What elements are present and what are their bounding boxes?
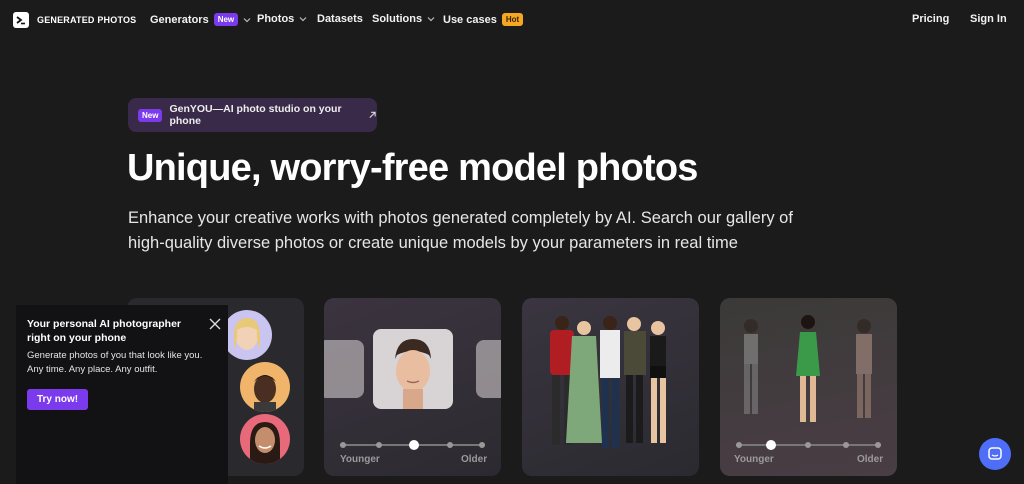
genyou-promo-pill[interactable]: New GenYOU—AI photo studio on your phone <box>128 98 377 132</box>
logo[interactable]: GENERATED PHOTOS <box>13 12 136 28</box>
slider-tick <box>376 442 382 448</box>
popup-title: Your personal AI photographer right on y… <box>27 318 182 344</box>
nav-photos[interactable]: Photos <box>257 13 307 25</box>
slider-tick <box>805 442 811 448</box>
slider-tick <box>843 442 849 448</box>
full-body-models-card[interactable] <box>522 298 699 476</box>
chat-icon <box>988 447 1002 460</box>
body-slider[interactable] <box>736 440 881 450</box>
pricing-link[interactable]: Pricing <box>912 13 949 25</box>
face-thumbnail-main <box>373 329 453 409</box>
nav-use-cases[interactable]: Use cases Hot <box>443 13 524 26</box>
nav-generators[interactable]: Generators New <box>150 13 251 26</box>
new-badge: New <box>138 108 163 122</box>
sign-in-link[interactable]: Sign In <box>970 13 1007 25</box>
page-title: Unique, worry-free model photos <box>127 147 698 189</box>
nav-datasets[interactable]: Datasets <box>317 13 363 25</box>
hero-subtitle-line1: Enhance your creative works with photos … <box>128 209 793 227</box>
top-nav: GENERATED PHOTOS Generators New Photos D… <box>0 0 1024 40</box>
chevron-down-icon <box>299 17 307 22</box>
nav-datasets-label: Datasets <box>317 13 363 25</box>
nav-solutions-label: Solutions <box>372 13 423 25</box>
logo-text: GENERATED PHOTOS <box>37 15 137 25</box>
nav-use-cases-label: Use cases <box>443 13 497 26</box>
popup-text: Generate photos of you that look like yo… <box>27 350 203 375</box>
models-group-image <box>550 316 666 448</box>
slider-label-older: Older <box>857 454 884 465</box>
face-thumbnail <box>240 362 290 412</box>
slider-tick <box>447 442 453 448</box>
body-models-image <box>744 315 872 422</box>
slider-tick <box>479 442 485 448</box>
logo-icon <box>13 12 29 28</box>
hot-badge: Hot <box>501 13 524 26</box>
face-thumbnail <box>240 414 290 464</box>
close-icon[interactable] <box>208 317 222 331</box>
hero-subtitle: Enhance your creative works with photos … <box>128 206 818 256</box>
sign-in-label: Sign In <box>970 13 1007 25</box>
face-thumbnail-right <box>476 340 501 398</box>
slider-tick <box>736 442 742 448</box>
nav-generators-label: Generators <box>150 13 209 26</box>
age-slider-card[interactable]: Younger Older <box>324 298 501 476</box>
slider-tick <box>340 442 346 448</box>
chevron-down-icon <box>427 17 435 22</box>
try-now-button[interactable]: Try now! <box>27 389 88 410</box>
arrow-up-right-icon <box>369 111 376 119</box>
slider-knob[interactable] <box>766 440 776 450</box>
nav-solutions[interactable]: Solutions <box>372 13 435 25</box>
chat-button[interactable] <box>979 438 1011 470</box>
slider-knob[interactable] <box>409 440 419 450</box>
face-thumbnail-left <box>324 340 364 398</box>
slider-label-younger: Younger <box>734 454 774 465</box>
slider-label-older: Older <box>461 454 488 465</box>
promo-text: GenYOU—AI photo studio on your phone <box>169 103 342 127</box>
chevron-down-icon <box>243 17 251 22</box>
pricing-label: Pricing <box>912 13 950 25</box>
body-slider-card[interactable]: Younger Older <box>720 298 897 476</box>
slider-label-younger: Younger <box>340 454 380 465</box>
new-badge: New <box>213 13 239 26</box>
hero-subtitle-line2: high-quality diverse photos or create un… <box>128 234 738 252</box>
nav-photos-label: Photos <box>257 13 295 25</box>
face-thumbnail <box>222 310 272 360</box>
genyou-popup: Your personal AI photographer right on y… <box>16 305 228 484</box>
age-slider[interactable] <box>340 440 485 450</box>
slider-tick <box>875 442 881 448</box>
